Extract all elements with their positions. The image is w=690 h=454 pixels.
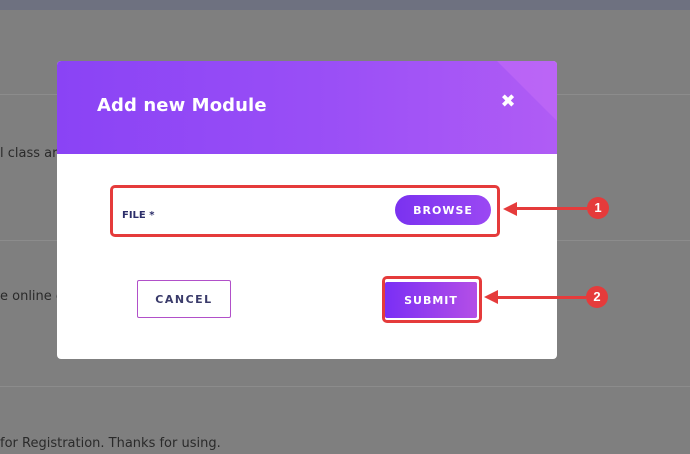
background-divider: [0, 386, 690, 387]
cancel-button[interactable]: CANCEL: [137, 280, 231, 318]
annotation-arrow-line: [496, 296, 586, 299]
annotation-badge-2: 2: [586, 286, 608, 308]
highlight-submit: [382, 276, 482, 323]
modal-title: Add new Module: [97, 95, 267, 116]
background-text: for Registration. Thanks for using.: [0, 436, 221, 451]
background-text: l class ar: [0, 146, 58, 161]
close-icon[interactable]: ✖: [499, 93, 517, 111]
top-bar: [0, 0, 690, 10]
annotation-arrow-line: [515, 207, 587, 210]
annotation-badge-1: 1: [587, 197, 609, 219]
highlight-file-field: [110, 185, 500, 237]
modal-header: Add new Module ✖: [57, 61, 557, 154]
background-text: e online e: [0, 289, 64, 304]
